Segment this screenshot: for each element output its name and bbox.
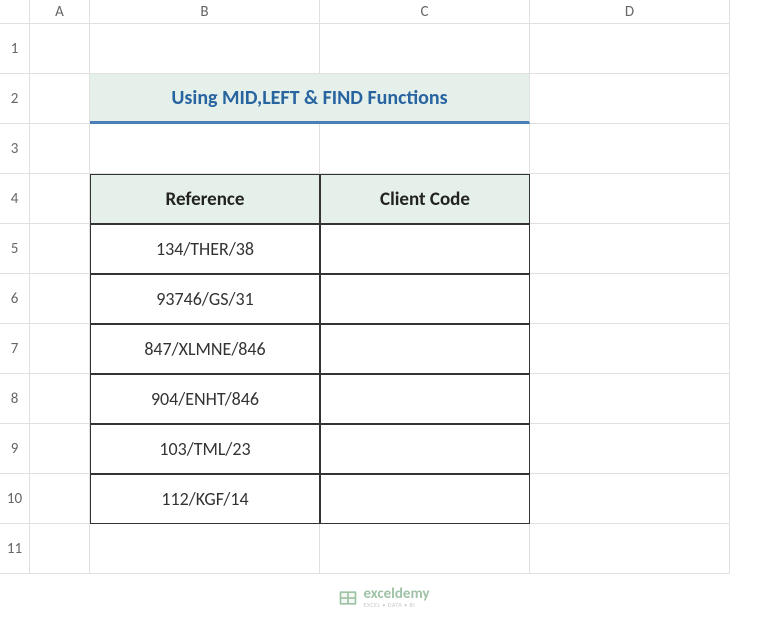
table-row[interactable] (320, 274, 530, 324)
row-header-2[interactable]: 2 (0, 74, 30, 124)
row-header-4[interactable]: 4 (0, 174, 30, 224)
cell-c1[interactable] (320, 24, 530, 74)
cell-d4[interactable] (530, 174, 730, 224)
cell-c11[interactable] (320, 524, 530, 574)
row-header-8[interactable]: 8 (0, 374, 30, 424)
cell-b1[interactable] (90, 24, 320, 74)
cell-d11[interactable] (530, 524, 730, 574)
row-header-11[interactable]: 11 (0, 524, 30, 574)
cell-a4[interactable] (30, 174, 90, 224)
cell-a8[interactable] (30, 374, 90, 424)
watermark-text: exceldemy EXCEL • DATA • BI (363, 587, 429, 608)
watermark-tagline: EXCEL • DATA • BI (363, 602, 429, 608)
col-header-c[interactable]: C (320, 0, 530, 24)
cell-d10[interactable] (530, 474, 730, 524)
col-header-b[interactable]: B (90, 0, 320, 24)
cell-b3[interactable] (90, 124, 320, 174)
cell-a9[interactable] (30, 424, 90, 474)
cell-c3[interactable] (320, 124, 530, 174)
watermark: exceldemy EXCEL • DATA • BI (337, 587, 429, 608)
table-row[interactable] (320, 424, 530, 474)
cell-a10[interactable] (30, 474, 90, 524)
cell-d2[interactable] (530, 74, 730, 124)
select-all-corner[interactable] (0, 0, 30, 24)
row-header-9[interactable]: 9 (0, 424, 30, 474)
cell-a2[interactable] (30, 74, 90, 124)
cell-d6[interactable] (530, 274, 730, 324)
col-header-d[interactable]: D (530, 0, 730, 24)
table-header-reference[interactable]: Reference (90, 174, 320, 224)
row-header-3[interactable]: 3 (0, 124, 30, 174)
row-header-10[interactable]: 10 (0, 474, 30, 524)
cell-a7[interactable] (30, 324, 90, 374)
table-header-client-code[interactable]: Client Code (320, 174, 530, 224)
table-row[interactable] (320, 474, 530, 524)
col-header-a[interactable]: A (30, 0, 90, 24)
cell-d3[interactable] (530, 124, 730, 174)
table-row[interactable]: 847/XLMNE/846 (90, 324, 320, 374)
cell-d7[interactable] (530, 324, 730, 374)
row-header-7[interactable]: 7 (0, 324, 30, 374)
cell-a1[interactable] (30, 24, 90, 74)
cell-a3[interactable] (30, 124, 90, 174)
title-cell[interactable]: Using MID,LEFT & FIND Functions (90, 74, 530, 124)
cell-a6[interactable] (30, 274, 90, 324)
table-row[interactable]: 103/TML/23 (90, 424, 320, 474)
table-row[interactable]: 93746/GS/31 (90, 274, 320, 324)
cell-b11[interactable] (90, 524, 320, 574)
table-row[interactable] (320, 224, 530, 274)
table-row[interactable] (320, 374, 530, 424)
table-row[interactable]: 112/KGF/14 (90, 474, 320, 524)
row-header-6[interactable]: 6 (0, 274, 30, 324)
cell-d8[interactable] (530, 374, 730, 424)
spreadsheet-grid: A B C D 1 2 Using MID,LEFT & FIND Functi… (0, 0, 767, 574)
table-row[interactable]: 904/ENHT/846 (90, 374, 320, 424)
excel-icon (337, 588, 357, 608)
cell-d9[interactable] (530, 424, 730, 474)
row-header-5[interactable]: 5 (0, 224, 30, 274)
table-row[interactable]: 134/THER/38 (90, 224, 320, 274)
cell-a11[interactable] (30, 524, 90, 574)
watermark-brand: exceldemy (363, 587, 429, 602)
cell-d1[interactable] (530, 24, 730, 74)
cell-a5[interactable] (30, 224, 90, 274)
cell-d5[interactable] (530, 224, 730, 274)
table-row[interactable] (320, 324, 530, 374)
row-header-1[interactable]: 1 (0, 24, 30, 74)
